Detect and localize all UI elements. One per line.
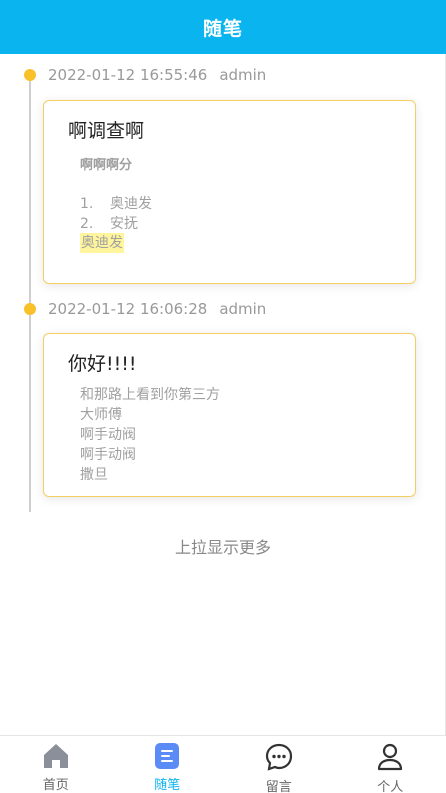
tab-label: 首页: [42, 778, 69, 793]
tab-home[interactable]: 首页: [0, 736, 112, 793]
load-more-text: 上拉显示更多: [174, 538, 271, 557]
timeline-dot: [24, 69, 36, 81]
entry-subtitle: 啊啊啊分: [80, 158, 133, 173]
body-line: 啊手动阀: [80, 447, 136, 463]
page-title: 随笔: [202, 17, 243, 40]
highlighted-text: 奥迪发: [80, 233, 124, 253]
entry-title: 你好!!!!: [68, 353, 137, 375]
header-bar: 随笔: [0, 0, 446, 54]
tab-label: 个人: [377, 780, 404, 793]
entry-title: 啊调查啊: [68, 120, 145, 142]
message-icon: [264, 742, 294, 772]
timeline-dot: [24, 303, 36, 315]
list-item: 2. 安抚: [80, 216, 138, 232]
entry-card[interactable]: 你好!!!! 和那路上看到你第三方 大师傅 啊手动阀 啊手动阀 撒旦: [43, 333, 416, 497]
list-item: 1. 奥迪发: [80, 196, 152, 212]
body-line: 啊手动阀: [80, 427, 136, 443]
tab-profile[interactable]: 个人: [335, 736, 446, 793]
tab-label: 留言: [265, 780, 292, 793]
entry-date: 2022-01-12 16:06:28: [48, 300, 208, 318]
notes-icon: [152, 742, 182, 770]
timeline-line: [29, 80, 31, 512]
tab-label: 随笔: [154, 778, 181, 793]
tab-bar: 首页 随笔 留言 个人: [0, 735, 446, 793]
entry-author: admin: [219, 66, 267, 84]
entry-list: 1. 奥迪发 2. 安抚: [80, 194, 152, 234]
user-icon: [375, 742, 405, 772]
entry-body: 和那路上看到你第三方 大师傅 啊手动阀 啊手动阀 撒旦: [80, 385, 220, 485]
entry-author: admin: [219, 300, 267, 318]
entry-meta: 2022-01-12 16:55:46 admin: [24, 66, 266, 84]
tab-notes[interactable]: 随笔: [112, 736, 224, 793]
body-line: 撒旦: [80, 467, 108, 483]
entry-meta: 2022-01-12 16:06:28 admin: [24, 300, 266, 318]
tab-message[interactable]: 留言: [223, 736, 335, 793]
home-icon: [41, 742, 71, 770]
body-line: 大师傅: [80, 407, 122, 423]
entry-date: 2022-01-12 16:55:46: [48, 66, 208, 84]
body-line: 和那路上看到你第三方: [80, 387, 220, 403]
entry-card[interactable]: 啊调查啊 啊啊啊分 1. 奥迪发 2. 安抚 奥迪发: [43, 100, 416, 284]
